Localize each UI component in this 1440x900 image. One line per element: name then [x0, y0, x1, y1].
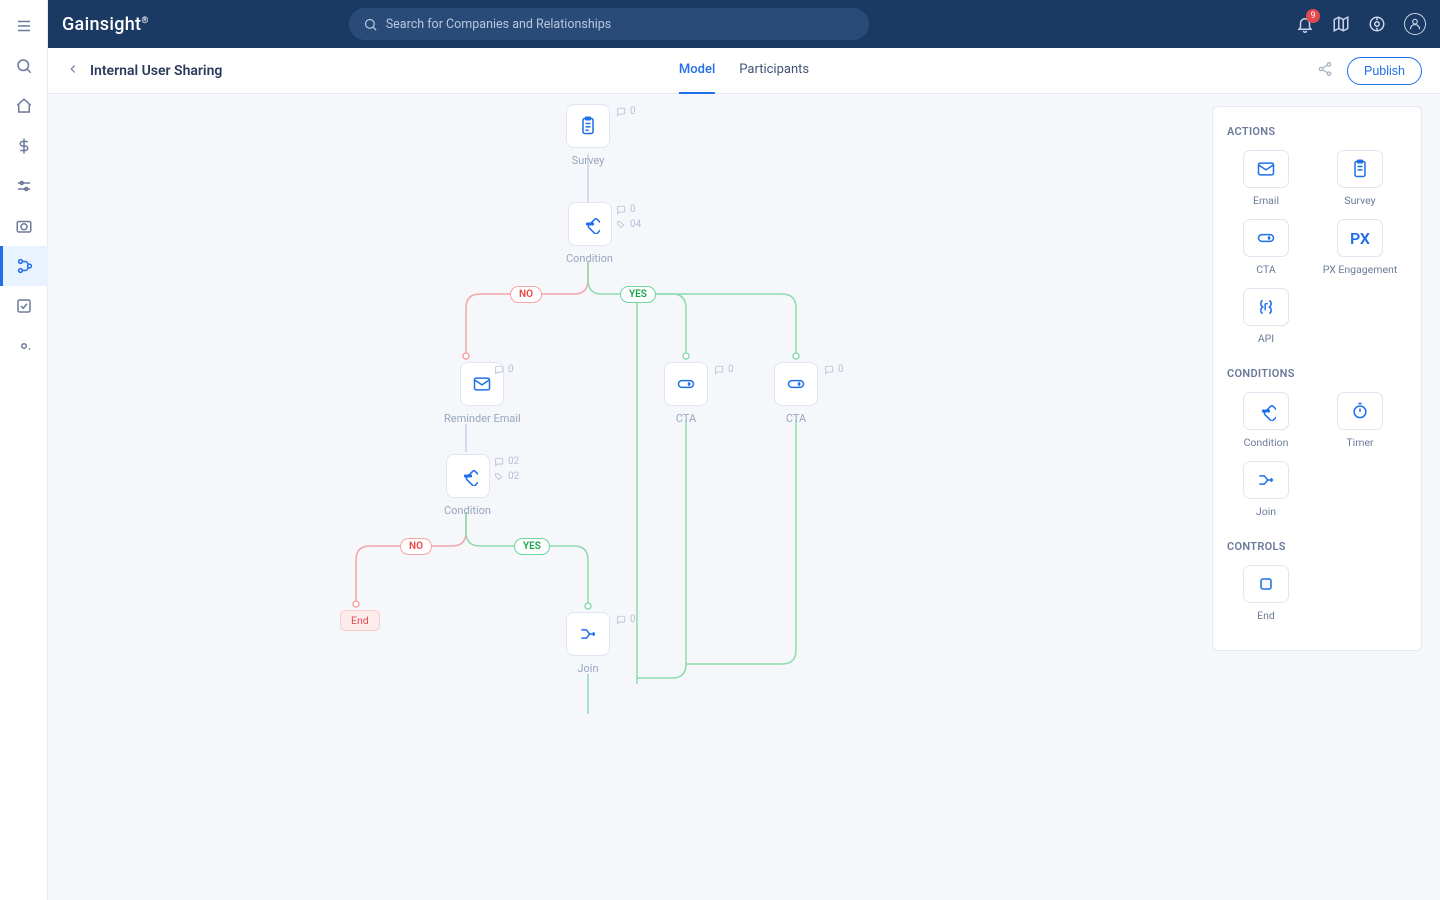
canvas-workspace[interactable]: Survey 0 Condition 0 04 NO YES Reminder … — [48, 94, 1440, 900]
tab-model[interactable]: Model — [679, 48, 715, 94]
rail-tasks[interactable] — [0, 286, 48, 326]
join-icon — [578, 624, 598, 644]
left-rail — [0, 0, 48, 900]
tab-participants[interactable]: Participants — [739, 48, 809, 94]
share-button[interactable] — [1317, 61, 1333, 81]
end-icon — [1256, 574, 1276, 594]
node-end[interactable]: End — [340, 610, 380, 631]
brand-logo: Gainsight® — [62, 14, 149, 35]
search-placeholder: Search for Companies and Relationships — [386, 17, 612, 32]
publish-button[interactable]: Publish — [1347, 57, 1422, 85]
global-search[interactable]: Search for Companies and Relationships — [349, 8, 869, 40]
user-avatar[interactable] — [1404, 13, 1426, 35]
rail-home[interactable] — [0, 86, 48, 126]
branch-no-2: NO — [400, 538, 432, 555]
node-survey[interactable]: Survey 0 — [566, 104, 610, 167]
rail-menu[interactable] — [0, 6, 48, 46]
email-icon — [472, 374, 492, 394]
topnav-map-icon[interactable] — [1332, 15, 1350, 33]
cta-icon — [1256, 228, 1276, 248]
tool-survey[interactable]: Survey — [1321, 150, 1399, 207]
rail-search[interactable] — [0, 46, 48, 86]
join-icon — [1256, 470, 1276, 490]
palette-conditions-title: CONDITIONS — [1227, 367, 1407, 380]
rail-settings[interactable] — [0, 326, 48, 366]
node-reminder-email[interactable]: Reminder Email 0 — [444, 362, 521, 425]
email-icon — [1256, 159, 1276, 179]
notifications-badge: 9 — [1306, 9, 1320, 23]
page-title: Internal User Sharing — [90, 63, 222, 79]
cta-icon — [786, 374, 806, 394]
tool-join[interactable]: Join — [1227, 461, 1305, 518]
timer-icon — [1350, 401, 1370, 421]
branch-yes-1: YES — [620, 286, 656, 303]
top-nav: Gainsight® Search for Companies and Rela… — [48, 0, 1440, 48]
cta-icon — [676, 374, 696, 394]
px-icon: PX — [1350, 229, 1370, 248]
palette-controls-title: CONTROLS — [1227, 540, 1407, 553]
right-palette: ACTIONS Email Survey CTA PXPX Engagement… — [1212, 106, 1422, 651]
survey-icon — [578, 116, 598, 136]
branch-no-1: NO — [510, 286, 542, 303]
palette-actions-title: ACTIONS — [1227, 125, 1407, 138]
node-cta-2[interactable]: CTA 0 — [774, 362, 818, 425]
rail-sliders[interactable] — [0, 166, 48, 206]
tool-email[interactable]: Email — [1227, 150, 1305, 207]
notifications-bell[interactable]: 9 — [1296, 15, 1314, 33]
node-condition-2[interactable]: Condition 02 02 — [444, 454, 491, 517]
tool-px-engagement[interactable]: PXPX Engagement — [1321, 219, 1399, 276]
tool-timer[interactable]: Timer — [1321, 392, 1399, 449]
sub-header: Internal User Sharing Model Participants… — [48, 48, 1440, 94]
tool-cta[interactable]: CTA — [1227, 219, 1305, 276]
tool-condition[interactable]: Condition — [1227, 392, 1305, 449]
node-condition-1[interactable]: Condition 0 04 — [566, 202, 613, 265]
tool-api[interactable]: API — [1227, 288, 1305, 345]
topnav-help-icon[interactable] — [1368, 15, 1386, 33]
branch-yes-2: YES — [514, 538, 550, 555]
api-icon — [1256, 297, 1276, 317]
condition-icon — [458, 466, 478, 486]
tool-end[interactable]: End — [1227, 565, 1305, 622]
search-icon — [363, 17, 378, 32]
condition-icon — [580, 214, 600, 234]
node-join[interactable]: Join 0 — [566, 612, 610, 675]
survey-icon — [1350, 159, 1370, 179]
rail-camera[interactable] — [0, 206, 48, 246]
rail-dollar[interactable] — [0, 126, 48, 166]
condition-icon — [1256, 401, 1276, 421]
rail-journeys[interactable] — [0, 246, 48, 286]
back-button[interactable] — [66, 61, 80, 80]
node-cta-1[interactable]: CTA 0 — [664, 362, 708, 425]
